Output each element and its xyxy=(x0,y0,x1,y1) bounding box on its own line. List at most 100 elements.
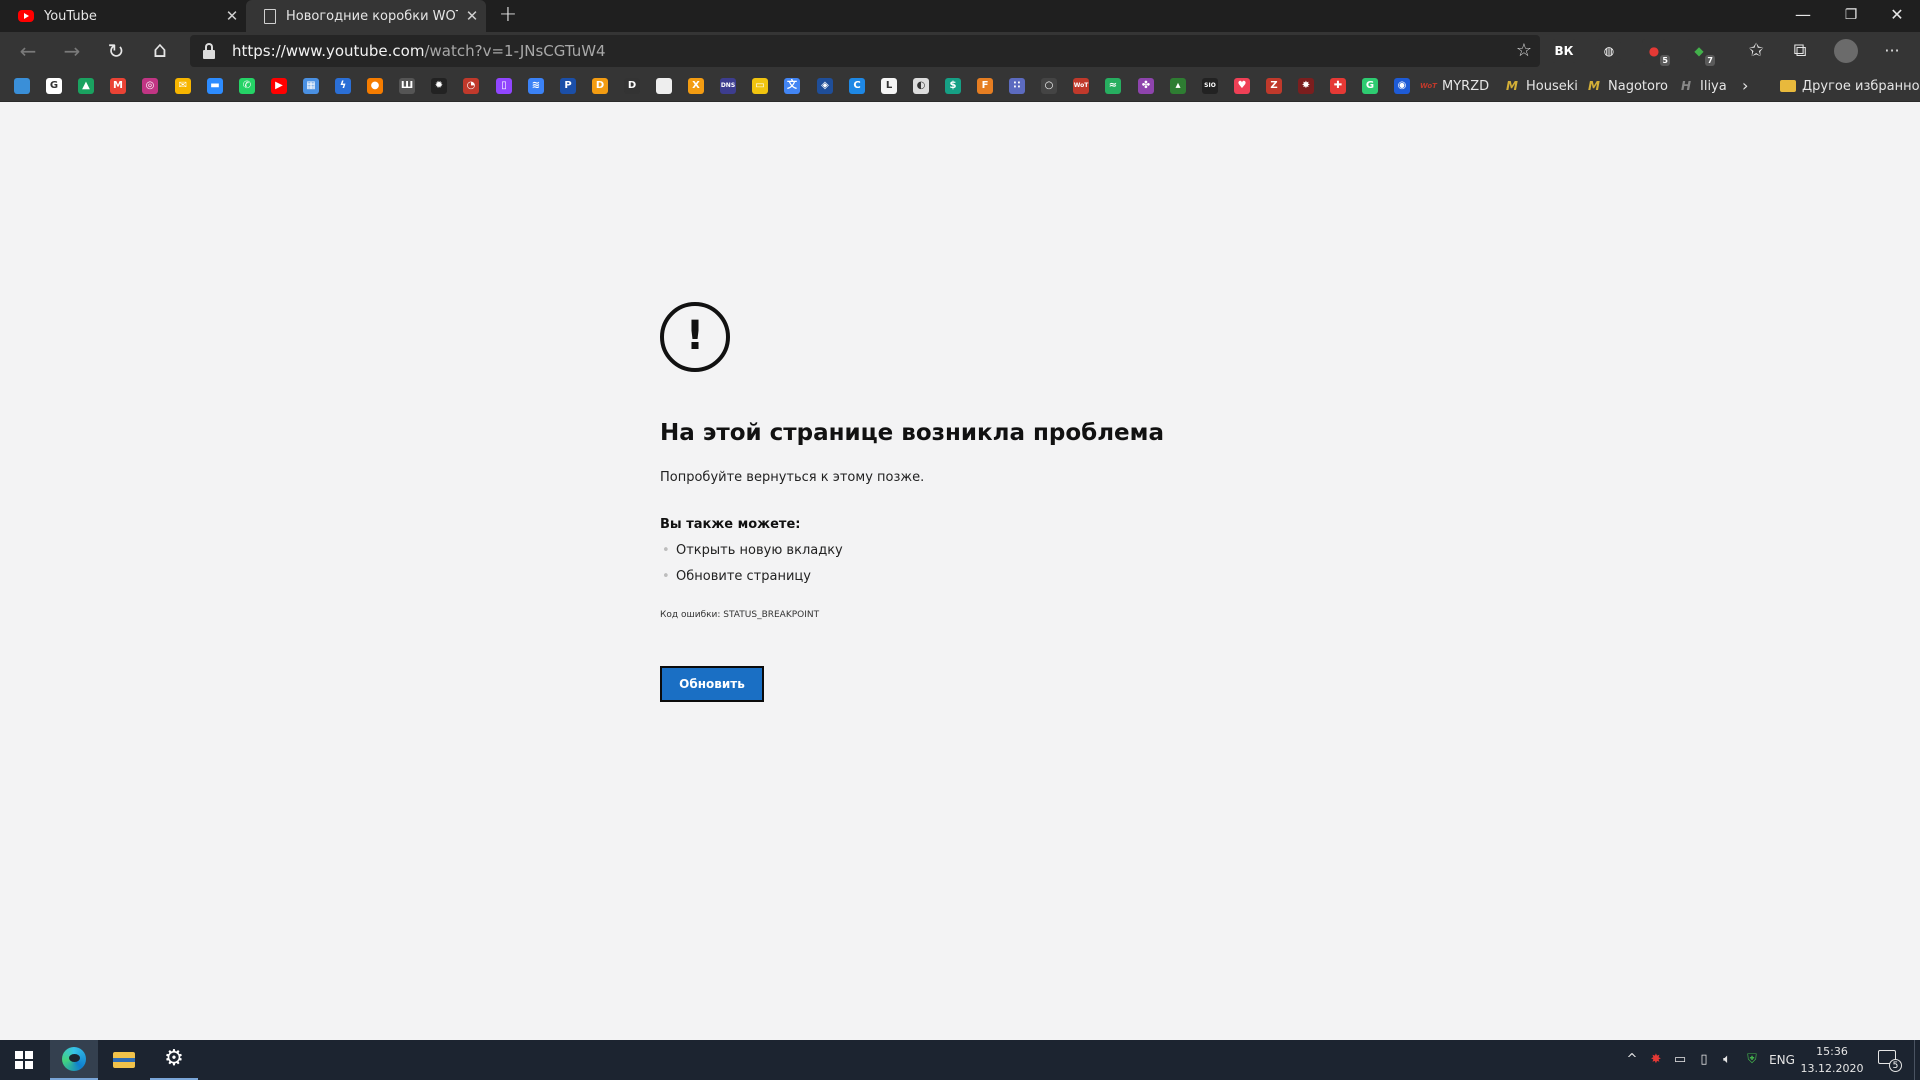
bm-circle-icon[interactable]: ○ xyxy=(1041,78,1057,94)
tray-app-icon[interactable]: ✸ xyxy=(1646,1040,1666,1080)
bm-translate-icon[interactable]: 文 xyxy=(784,78,800,94)
bm-mail-icon[interactable]: ✉ xyxy=(175,78,191,94)
security-shield-icon[interactable]: ⛨ xyxy=(1742,1040,1762,1080)
bm-l-icon[interactable]: L xyxy=(881,78,897,94)
bm-g-icon[interactable]: G xyxy=(1362,78,1378,94)
taskbar-settings[interactable]: ⚙ xyxy=(150,1040,198,1080)
bookmark-myrzd[interactable]: WoT MYRZD xyxy=(1420,70,1489,102)
clock[interactable]: 15:36 13.12.2020 xyxy=(1796,1043,1868,1077)
lock-icon[interactable] xyxy=(202,43,216,59)
tab-title: YouTube xyxy=(44,8,97,24)
bm-youtube-icon[interactable]: ▶ xyxy=(271,78,287,94)
document-icon xyxy=(264,8,276,24)
bm-google-icon[interactable]: G xyxy=(46,78,62,94)
bm-weather-icon[interactable] xyxy=(14,78,30,94)
bm-grid-icon[interactable]: ▦ xyxy=(303,78,319,94)
address-bar[interactable]: https://www.youtube.com/watch?v=1-JNsCGT… xyxy=(190,35,1540,67)
error-title: На этой странице возникла проблема xyxy=(660,420,1164,446)
notifications-icon[interactable]: 5 xyxy=(1878,1048,1902,1072)
vk-extension-icon[interactable]: ВК xyxy=(1552,39,1576,63)
bm-z-icon[interactable]: Z xyxy=(1266,78,1282,94)
bm-cap-icon[interactable]: ▴ xyxy=(1170,78,1186,94)
favorites-icon[interactable]: ✩ xyxy=(1736,32,1776,70)
globe-extension-icon[interactable]: ◍ xyxy=(1597,39,1621,63)
close-tab-icon[interactable]: ✕ xyxy=(458,7,486,25)
favorite-star-icon[interactable]: ☆ xyxy=(1516,35,1532,67)
bookmark-houseki[interactable]: M Houseki xyxy=(1504,70,1578,102)
usb-icon[interactable]: ▯ xyxy=(1694,1040,1714,1080)
reload-button[interactable]: Обновить xyxy=(660,666,764,702)
bm-d3-icon[interactable]: D xyxy=(624,78,640,94)
bm-sio-icon[interactable]: SIO xyxy=(1202,78,1218,94)
red-extension-icon[interactable]: ● 5 xyxy=(1642,39,1670,66)
url-host: https://www.youtube.com xyxy=(232,42,425,60)
bm-dollar-icon[interactable]: $ xyxy=(945,78,961,94)
profile-avatar[interactable] xyxy=(1826,32,1866,70)
close-tab-icon[interactable]: ✕ xyxy=(218,7,246,25)
collections-icon[interactable]: ⧉ xyxy=(1780,32,1820,70)
bm-wot-icon[interactable]: Ш xyxy=(399,78,415,94)
bm-fox-icon[interactable]: ● xyxy=(367,78,383,94)
url-text[interactable]: https://www.youtube.com/watch?v=1-JNsCGT… xyxy=(232,35,606,67)
bm-speedometer-icon[interactable]: ◔ xyxy=(463,78,479,94)
bm-c-icon[interactable]: C xyxy=(849,78,865,94)
refresh-page-link[interactable]: Обновите страницу xyxy=(662,569,811,584)
bm-twitch-icon[interactable]: ▯ xyxy=(496,78,512,94)
network-icon[interactable]: ▭ xyxy=(1670,1040,1690,1080)
bm-folder-icon[interactable]: ▭ xyxy=(752,78,768,94)
bm-gmail-icon[interactable]: M xyxy=(110,78,126,94)
refresh-button[interactable]: ↻ xyxy=(96,32,136,70)
bm-puzzle-icon[interactable]: ✤ xyxy=(1138,78,1154,94)
bm-gear-icon[interactable]: ✹ xyxy=(431,78,447,94)
bm-d-icon[interactable]: D xyxy=(592,78,608,94)
bm-dns-icon[interactable]: DNS xyxy=(720,78,736,94)
bm-dots-icon[interactable]: ∷ xyxy=(1009,78,1025,94)
bm-page-icon[interactable] xyxy=(656,78,672,94)
bm-star-icon[interactable]: ✸ xyxy=(1298,78,1314,94)
windows-taskbar: ⚙ ^ ✸ ▭ ▯ 🔈︎ ⛨ ENG 15:36 13.12.2020 5 xyxy=(0,1040,1920,1080)
bm-paypal-icon[interactable]: P xyxy=(560,78,576,94)
url-path: /watch?v=1-JNsCGTuW4 xyxy=(424,42,606,60)
taskbar-edge[interactable] xyxy=(50,1040,98,1080)
tab-youtube[interactable]: YouTube ✕ xyxy=(0,0,246,32)
bookmark-nagotoro[interactable]: M Nagotoro xyxy=(1586,70,1668,102)
bm-cross-icon[interactable]: ✚ xyxy=(1330,78,1346,94)
close-window-button[interactable]: ✕ xyxy=(1874,0,1920,32)
bm-wot-red-icon[interactable]: WoT xyxy=(1073,78,1089,94)
taskbar-file-explorer[interactable] xyxy=(100,1040,148,1080)
bm-wave-icon[interactable]: ≈ xyxy=(1105,78,1121,94)
back-button[interactable]: ← xyxy=(8,32,48,70)
bm-chat-icon[interactable]: ▬ xyxy=(207,78,223,94)
new-tab-button[interactable]: + xyxy=(490,0,526,32)
language-indicator[interactable]: ENG xyxy=(1764,1040,1800,1080)
tray-chevron-icon[interactable]: ^ xyxy=(1622,1040,1642,1080)
green-extension-icon[interactable]: ◆ 7 xyxy=(1687,39,1715,66)
bm-flag-icon[interactable]: ◉ xyxy=(1394,78,1410,94)
bm-drive-icon[interactable]: ▲ xyxy=(78,78,94,94)
tab-active-video[interactable]: Новогодние коробки WOT 202 ✕ xyxy=(246,0,486,32)
open-new-tab-link[interactable]: Открыть новую вкладку xyxy=(662,543,843,558)
bm-world-icon[interactable]: ◐ xyxy=(913,78,929,94)
bm-x-icon[interactable]: X xyxy=(688,78,704,94)
error-code: Код ошибки: STATUS_BREAKPOINT xyxy=(660,610,820,620)
bm-stack-icon[interactable]: ≋ xyxy=(528,78,544,94)
restore-button[interactable]: ❐ xyxy=(1828,0,1874,32)
bm-f-icon[interactable]: F xyxy=(977,78,993,94)
bm-pocket-icon[interactable]: ♥ xyxy=(1234,78,1250,94)
extension-glyph: ◍ xyxy=(1603,44,1615,58)
minimize-button[interactable]: — xyxy=(1780,0,1826,32)
forward-button[interactable]: → xyxy=(52,32,92,70)
tab-title: Новогодние коробки WOT 202 xyxy=(286,8,458,24)
start-button[interactable] xyxy=(0,1040,48,1080)
bm-shield-icon[interactable]: ◈ xyxy=(817,78,833,94)
home-button[interactable]: ⌂ xyxy=(140,32,180,70)
other-favorites-folder[interactable]: Другое избранное xyxy=(1780,70,1920,102)
bm-instagram-icon[interactable]: ◎ xyxy=(142,78,158,94)
bookmarks-overflow-icon[interactable]: › xyxy=(1742,70,1748,102)
bm-bolt-icon[interactable]: ϟ xyxy=(335,78,351,94)
settings-menu-icon[interactable]: ··· xyxy=(1872,32,1912,70)
show-desktop-button[interactable] xyxy=(1914,1040,1920,1080)
bm-whatsapp-icon[interactable]: ✆ xyxy=(239,78,255,94)
bookmark-iliya[interactable]: H Iliya xyxy=(1678,70,1727,102)
volume-icon[interactable]: 🔈︎ xyxy=(1716,1040,1738,1080)
